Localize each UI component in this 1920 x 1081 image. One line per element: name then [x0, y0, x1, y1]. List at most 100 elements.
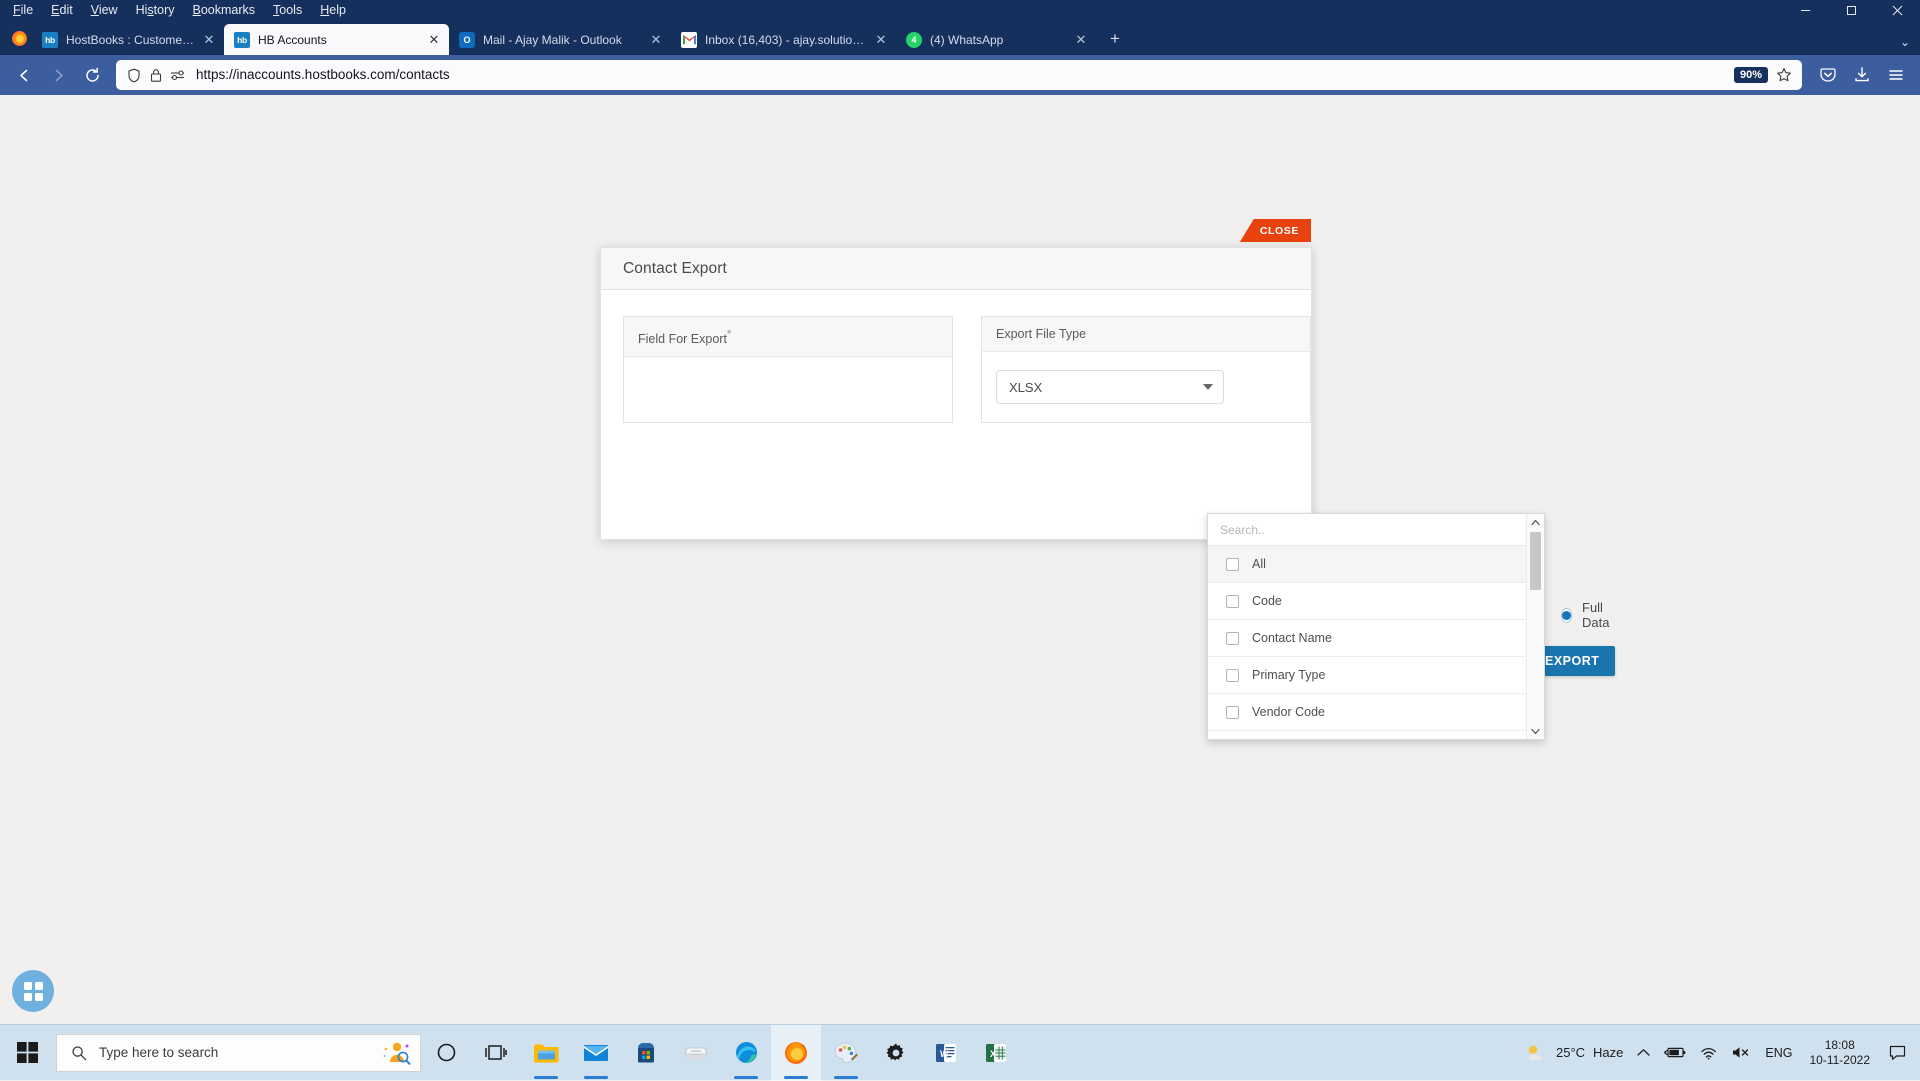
full-data-radio-row[interactable]: Full Data	[1561, 600, 1613, 630]
cortana-icon	[382, 1040, 412, 1066]
checkbox-icon[interactable]	[1226, 706, 1239, 719]
volume-muted-icon	[1731, 1045, 1751, 1060]
windows-start-icon[interactable]	[0, 1025, 54, 1081]
tab-close-button[interactable]: ✕	[1072, 31, 1090, 49]
url-text[interactable]: https://inaccounts.hostbooks.com/contact…	[190, 66, 1734, 84]
search-input[interactable]	[1220, 523, 1514, 537]
lock-icon[interactable]	[146, 65, 166, 85]
weather-widget[interactable]: 25°C Haze	[1514, 1025, 1630, 1081]
new-tab-button[interactable]: +	[1100, 24, 1130, 54]
back-button[interactable]	[8, 59, 40, 91]
microsoft-word-icon[interactable]: W	[921, 1025, 971, 1081]
windows-taskbar: Type here to search	[0, 1024, 1920, 1080]
tab-close-button[interactable]: ✕	[647, 31, 665, 49]
dropdown-option-vendor-code[interactable]: Vendor Code	[1208, 694, 1526, 731]
permissions-icon[interactable]	[168, 65, 188, 85]
tab-1[interactable]: hb HB Accounts ✕	[224, 24, 449, 55]
paint-3d-icon[interactable]	[821, 1025, 871, 1081]
checkbox-icon[interactable]	[1226, 595, 1239, 608]
clock[interactable]: 18:08 10-11-2022	[1800, 1038, 1881, 1068]
scrollbar-track[interactable]	[1527, 530, 1544, 723]
downloads-icon	[1853, 66, 1871, 84]
checkbox-icon[interactable]	[1226, 669, 1239, 682]
task-view-icon[interactable]	[471, 1025, 521, 1081]
menu-help[interactable]: Help	[311, 1, 355, 20]
maximize-button[interactable]	[1828, 0, 1874, 21]
downloads-button[interactable]	[1846, 59, 1878, 91]
export-file-type-panel: Export File Type XLSX	[981, 316, 1311, 423]
back-arrow-icon	[16, 67, 33, 84]
cortana-circle-icon[interactable]	[421, 1025, 471, 1081]
dropdown-option-partial[interactable]	[1208, 731, 1526, 739]
field-for-export-heading: Field For Export*	[624, 317, 952, 357]
microsoft-excel-icon[interactable]: X	[971, 1025, 1021, 1081]
checkbox-icon[interactable]	[1226, 558, 1239, 571]
dropdown-option-code[interactable]: Code	[1208, 583, 1526, 620]
export-file-type-select[interactable]: XLSX	[996, 370, 1224, 404]
tab-close-button[interactable]: ✕	[200, 31, 218, 49]
minimize-button[interactable]	[1782, 0, 1828, 21]
dropdown-search-row[interactable]	[1208, 514, 1526, 546]
menu-history[interactable]: History	[127, 1, 184, 20]
bookmark-star-icon[interactable]	[1772, 63, 1796, 87]
shield-icon[interactable]	[124, 65, 144, 85]
settings-icon[interactable]	[871, 1025, 921, 1081]
battery-status-button[interactable]	[1657, 1025, 1693, 1081]
export-file-type-value: XLSX	[1009, 380, 1042, 395]
close-modal-button[interactable]: CLOSE	[1240, 219, 1311, 242]
hb-icon: hb	[234, 32, 250, 48]
mail-icon[interactable]	[571, 1025, 621, 1081]
microsoft-store-icon[interactable]	[621, 1025, 671, 1081]
show-hidden-icons-button[interactable]	[1630, 1025, 1657, 1081]
action-center-icon[interactable]	[1880, 1025, 1914, 1081]
chevron-up-icon[interactable]	[1527, 514, 1544, 530]
close-icon	[1892, 5, 1903, 16]
tab-0[interactable]: hb HostBooks : Customer Portal ✕	[32, 24, 224, 55]
dropdown-option-primary-type[interactable]: Primary Type	[1208, 657, 1526, 694]
dropdown-scrollbar[interactable]	[1526, 514, 1544, 739]
field-for-export-body[interactable]	[624, 357, 952, 413]
modal-body: Field For Export* Export File Type XLSX	[601, 290, 1311, 423]
dropdown-option-label: Contact Name	[1252, 631, 1332, 645]
app-menu-button[interactable]	[1880, 59, 1912, 91]
menu-bookmarks[interactable]: Bookmarks	[184, 1, 265, 20]
full-data-radio[interactable]	[1561, 608, 1572, 623]
tab-4[interactable]: 4 (4) WhatsApp ✕	[896, 24, 1096, 55]
search-placeholder-text: Type here to search	[99, 1044, 382, 1062]
fax-scan-icon[interactable]	[671, 1025, 721, 1081]
close-window-button[interactable]	[1874, 0, 1920, 21]
zoom-level-badge[interactable]: 90%	[1734, 67, 1768, 83]
microsoft-edge-icon[interactable]	[721, 1025, 771, 1081]
menu-file[interactable]: File	[4, 1, 42, 20]
scrollbar-thumb[interactable]	[1530, 532, 1541, 590]
language-indicator[interactable]: ENG	[1758, 1025, 1799, 1081]
tab-3[interactable]: Inbox (16,403) - ajay.solutions@ ✕	[671, 24, 896, 55]
network-status-button[interactable]	[1693, 1025, 1724, 1081]
dropdown-option-all[interactable]: All	[1208, 546, 1526, 583]
forward-button[interactable]	[42, 59, 74, 91]
tab-2[interactable]: O Mail - Ajay Malik - Outlook ✕	[449, 24, 671, 55]
menu-edit[interactable]: Edit	[42, 1, 82, 20]
pocket-icon	[1819, 66, 1837, 84]
menu-view[interactable]: View	[82, 1, 127, 20]
forward-arrow-icon	[50, 67, 67, 84]
chevron-down-icon[interactable]	[1527, 723, 1544, 739]
checkbox-icon[interactable]	[1226, 632, 1239, 645]
tab-close-button[interactable]: ✕	[425, 31, 443, 49]
gmail-icon	[681, 32, 697, 48]
reload-button[interactable]	[76, 59, 108, 91]
firefox-icon[interactable]	[771, 1025, 821, 1081]
file-explorer-icon[interactable]	[521, 1025, 571, 1081]
pocket-button[interactable]	[1812, 59, 1844, 91]
tab-close-button[interactable]: ✕	[872, 31, 890, 49]
dropdown-option-contact-name[interactable]: Contact Name	[1208, 620, 1526, 657]
menu-bar: File Edit View History Bookmarks Tools H…	[0, 0, 1920, 21]
search-input[interactable]: Type here to search	[56, 1034, 421, 1072]
apps-grid-icon[interactable]	[12, 970, 54, 1012]
url-bar[interactable]: https://inaccounts.hostbooks.com/contact…	[116, 60, 1802, 90]
full-data-label: Full Data	[1582, 600, 1613, 630]
menu-tools[interactable]: Tools	[264, 1, 311, 20]
list-all-tabs-icon[interactable]: ⌄	[1900, 35, 1910, 49]
volume-button[interactable]	[1724, 1025, 1758, 1081]
dropdown-option-label: Vendor Code	[1252, 705, 1325, 719]
